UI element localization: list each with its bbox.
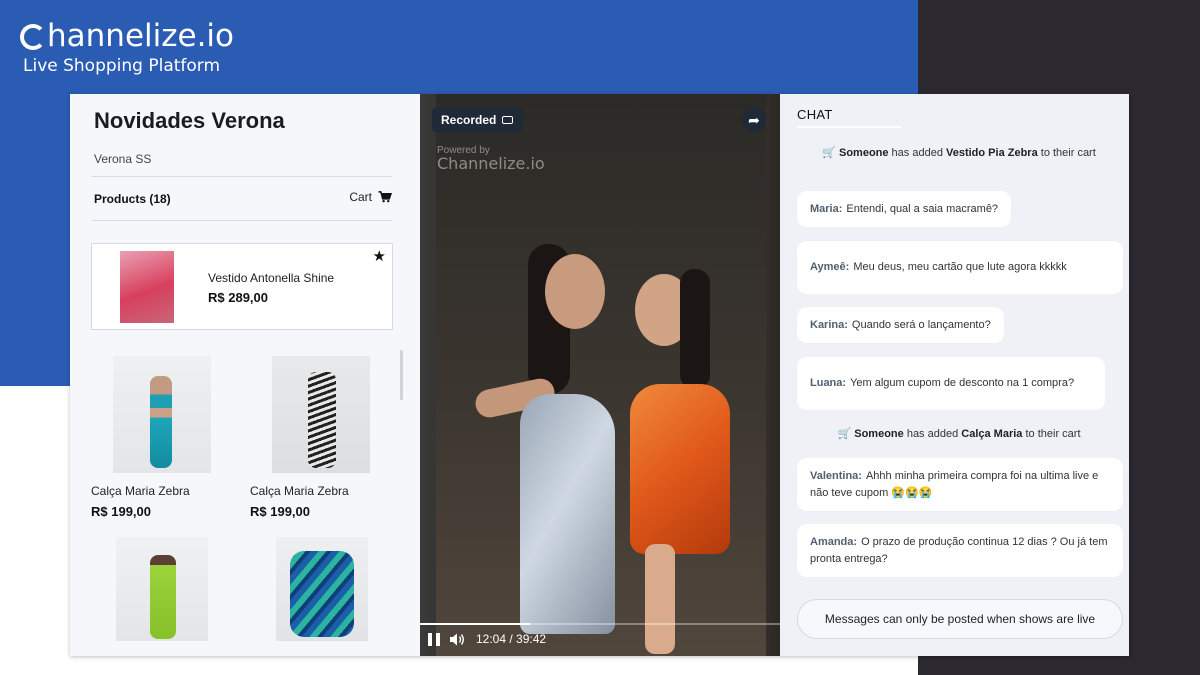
brand-name: hannelize.io: [47, 18, 235, 54]
message-text: Meu deus, meu cartão que lute agora kkkk…: [853, 261, 1067, 273]
product-card[interactable]: Calça Maria Zebra R$ 199,00: [91, 356, 231, 526]
product-price: R$ 289,00: [208, 290, 268, 305]
brand-tagline: Live Shopping Platform: [23, 56, 221, 76]
live-shopping-widget: Novidades Verona Verona SS Products (18)…: [70, 94, 1129, 656]
chat-input-notice: Messages can only be posted when shows a…: [824, 612, 1096, 626]
chat-title: CHAT: [797, 107, 833, 122]
system-action: has added: [903, 428, 962, 440]
product-image: [276, 537, 368, 641]
product-image: [113, 356, 211, 473]
divider: [92, 220, 392, 221]
message-author: Karina:: [810, 318, 848, 331]
cart-label: Cart: [349, 190, 372, 204]
system-item: Calça Maria: [961, 428, 1023, 440]
volume-icon[interactable]: [450, 633, 466, 646]
pause-icon[interactable]: [428, 632, 440, 646]
chat-panel: CHAT 🛒 Someone has added Vestido Pia Zeb…: [780, 94, 1129, 656]
cart-icon: 🛒: [837, 428, 852, 440]
system-tail: to their cart: [1022, 428, 1081, 440]
product-card[interactable]: [250, 537, 390, 647]
powered-by-watermark: Powered by Channelize.io: [437, 144, 545, 173]
product-price: R$ 199,00: [91, 504, 151, 519]
message-author: Luana:: [810, 377, 847, 389]
star-icon[interactable]: ★: [373, 247, 386, 265]
logo-c-icon: [20, 24, 46, 50]
system-tail: to their cart: [1037, 147, 1096, 159]
product-card[interactable]: [91, 537, 231, 647]
powered-by-name: Channelize.io: [437, 154, 545, 173]
product-price: R$ 199,00: [250, 504, 310, 519]
cart-icon: 🛒: [822, 147, 836, 159]
cart-icon: [378, 191, 392, 203]
divider: [92, 176, 392, 177]
video-figure: [680, 269, 710, 389]
system-message: 🛒 Someone has added Calça Maria to their…: [800, 427, 1118, 441]
product-image: [120, 251, 174, 323]
store-subtitle: Verona SS: [94, 152, 152, 166]
message-text: Quando será o lançamento?: [851, 318, 991, 331]
message-text: Yem algum cupom de desconto na 1 compra?: [850, 377, 1075, 389]
share-button[interactable]: ➦: [742, 108, 766, 132]
chat-message: Luana: Yem algum cupom de desconto na 1 c…: [797, 357, 1105, 410]
video-controls: 12:04 / 39:42: [428, 632, 546, 646]
share-icon: ➦: [748, 111, 760, 128]
chat-message: Valentina: Ahhh minha primeira compra foi…: [797, 458, 1123, 511]
products-count: Products (18): [94, 192, 171, 206]
video-figure: [545, 254, 605, 329]
video-progress-bar[interactable]: [420, 623, 780, 625]
product-name: Calça Maria Zebra: [250, 484, 349, 498]
system-actor: Someone: [838, 147, 889, 159]
chat-input[interactable]: Messages can only be posted when shows a…: [797, 599, 1123, 639]
message-author: Amanda:: [810, 535, 858, 548]
system-item: Vestido Pia Zebra: [946, 147, 1038, 159]
product-image: [116, 537, 208, 641]
video-progress-fill: [420, 623, 530, 625]
brand-logo: hannelize.io Live Shopping Platform: [20, 18, 234, 76]
featured-product-card[interactable]: Vestido Antonella Shine R$ 289,00 ★: [91, 243, 393, 330]
store-title: Novidades Verona: [94, 108, 285, 133]
camera-icon: [502, 116, 514, 124]
chat-message: Amanda: O prazo de produção continua 12 d…: [797, 524, 1123, 577]
chat-title-underline: [797, 126, 901, 128]
recorded-badge: Recorded: [432, 108, 524, 132]
message-author: Valentina:: [810, 469, 862, 482]
recorded-label: Recorded: [441, 113, 497, 127]
message-author: Maria:: [810, 202, 843, 215]
message-text: Entendi, qual a saia macramê?: [846, 202, 999, 215]
video-figure: [630, 384, 730, 554]
product-panel: Novidades Verona Verona SS Products (18)…: [70, 94, 420, 656]
chat-message: Aymeê: Meu deus, meu cartão que lute agor…: [797, 241, 1123, 294]
system-action: has added: [888, 147, 946, 159]
system-actor: Someone: [854, 428, 904, 440]
product-name: Vestido Antonella Shine: [208, 271, 335, 285]
cart-button[interactable]: Cart: [349, 190, 392, 204]
system-message: 🛒 Someone has added Vestido Pia Zebra to…: [800, 146, 1118, 160]
video-time: 12:04 / 39:42: [476, 632, 547, 646]
chat-message: Maria: Entendi, qual a saia macramê?: [797, 191, 1012, 227]
message-author: Aymeê:: [810, 261, 850, 273]
product-image: [272, 356, 370, 473]
video-figure: [520, 394, 615, 634]
scrollbar-thumb[interactable]: [400, 350, 403, 400]
video-player[interactable]: Recorded ➦ Powered by Channelize.io 12:0…: [420, 94, 780, 656]
chat-message: Karina: Quando será o lançamento?: [797, 307, 1004, 343]
product-card[interactable]: Calça Maria Zebra R$ 199,00: [250, 356, 390, 526]
video-figure: [645, 544, 675, 654]
product-name: Calça Maria Zebra: [91, 484, 190, 498]
